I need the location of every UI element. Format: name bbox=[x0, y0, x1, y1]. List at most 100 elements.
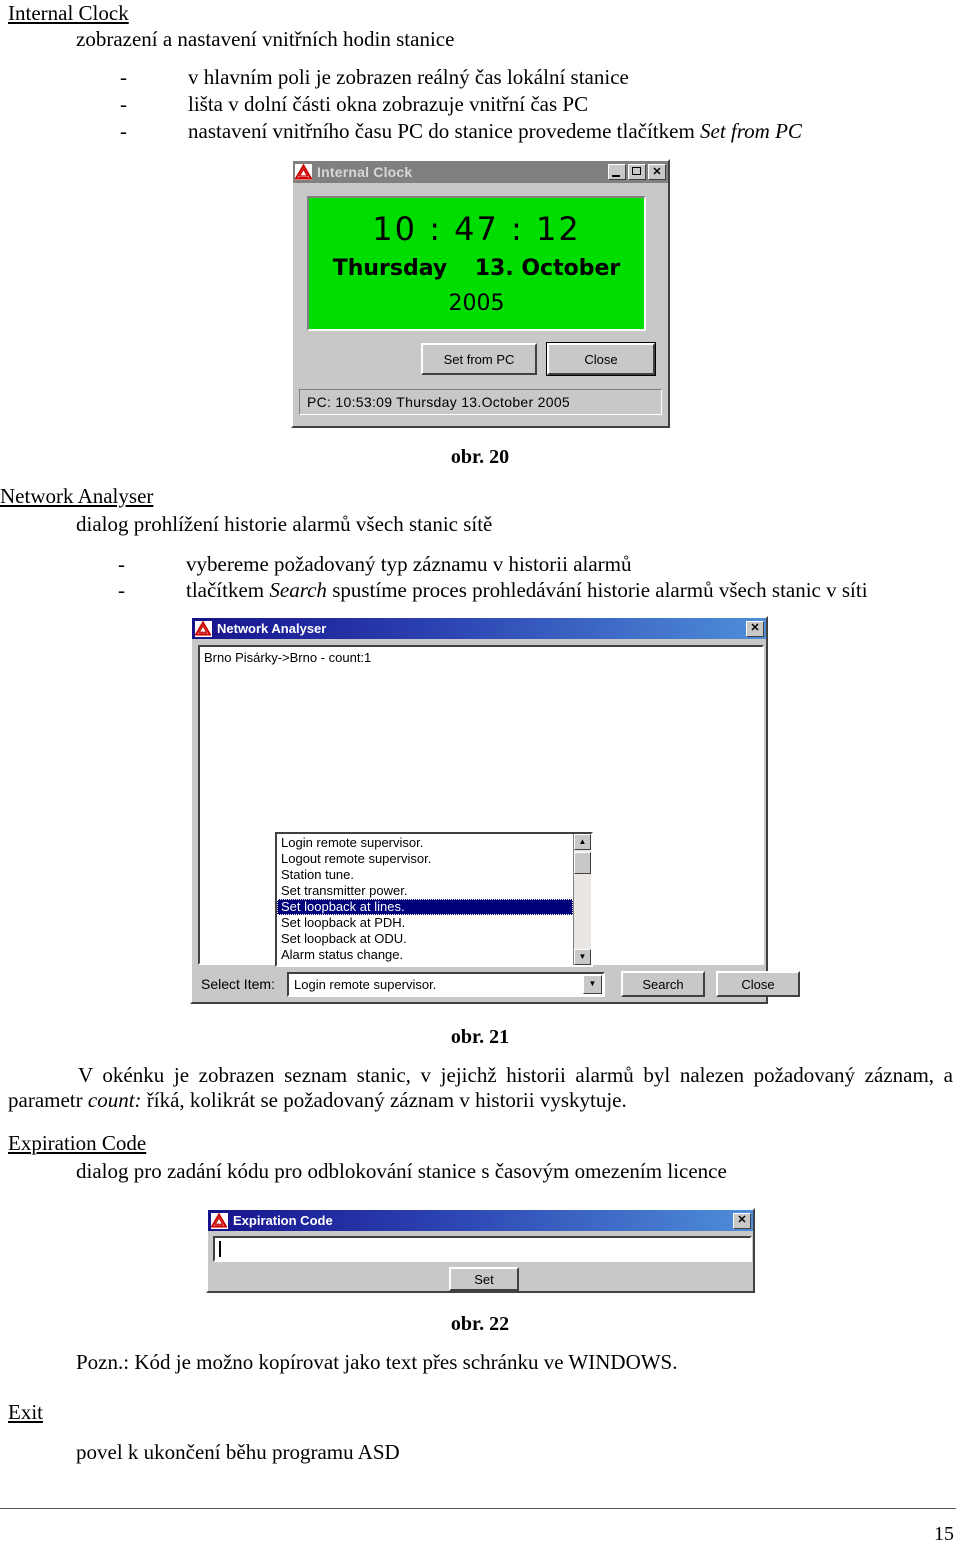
maximize-button[interactable] bbox=[628, 164, 646, 180]
subline-expiration-code: dialog pro zadání kódu pro odblokování s… bbox=[76, 1159, 727, 1183]
bullet-item: - v hlavním poli je zobrazen reálný čas l… bbox=[120, 65, 629, 90]
list-item[interactable]: Set transmitter power. bbox=[277, 883, 573, 899]
combo-value: Login remote supervisor. bbox=[294, 976, 437, 992]
app-logo-triangle-icon bbox=[295, 164, 312, 180]
expiration-code-window-controls: ✕ bbox=[733, 1212, 751, 1229]
network-analyser-close-label: Close bbox=[741, 976, 775, 992]
app-logo-triangle-icon bbox=[211, 1212, 228, 1229]
bullet-text-pre: tlačítkem bbox=[186, 578, 270, 602]
expiration-code-titlebar[interactable]: Expiration Code ✕ bbox=[208, 1210, 753, 1231]
bullet-text-emphasis: Set from PC bbox=[700, 119, 802, 143]
internal-clock-title: Internal Clock bbox=[317, 164, 413, 180]
close-icon: ✕ bbox=[750, 622, 760, 634]
paragraph-text-emphasis: count: bbox=[87, 1088, 142, 1112]
bullet-dash: - bbox=[118, 552, 125, 576]
clock-time: 10 : 47 : 12 bbox=[372, 210, 581, 248]
bullet-text: lišta v dolní části okna zobrazuje vnitř… bbox=[188, 92, 589, 116]
clock-date: 13. October bbox=[474, 256, 621, 281]
network-analyser-close-button[interactable]: Close bbox=[716, 971, 800, 997]
heading-text: Internal Clock bbox=[8, 1, 129, 25]
text-caret bbox=[219, 1241, 221, 1257]
internal-clock-window[interactable]: Internal Clock ✕ 10 : 47 : 12 Thursday 1… bbox=[291, 159, 670, 428]
network-analyser-window-controls: ✕ bbox=[746, 620, 764, 637]
footer-divider bbox=[0, 1508, 956, 1509]
chevron-down-icon[interactable]: ▼ bbox=[583, 974, 602, 994]
scroll-up-icon[interactable]: ▲ bbox=[574, 834, 591, 850]
bullet-item: - vybereme požadovaný typ záznamu v histo… bbox=[118, 552, 632, 577]
figure-caption-21: obr. 21 bbox=[450, 1026, 510, 1048]
list-item-selected[interactable]: Set loopback at lines. bbox=[277, 899, 573, 915]
close-button[interactable]: ✕ bbox=[648, 164, 666, 180]
network-analyser-title: Network Analyser bbox=[217, 621, 327, 636]
clock-date-row: Thursday 13. October bbox=[309, 256, 644, 281]
close-icon: ✕ bbox=[737, 1214, 747, 1226]
list-item[interactable]: Set loopback at PDH. bbox=[277, 915, 573, 931]
list-item[interactable]: Station tune. bbox=[277, 867, 573, 883]
listbox-items: Login remote supervisor. Logout remote s… bbox=[277, 834, 573, 965]
network-analyser-window[interactable]: Network Analyser ✕ Brno Pisárky->Brno - … bbox=[190, 616, 800, 1004]
bullet-dash: - bbox=[120, 119, 127, 143]
bullet-item: - lišta v dolní části okna zobrazuje vnit… bbox=[120, 92, 588, 117]
clock-close-label: Close bbox=[584, 351, 618, 367]
clock-weekday: Thursday bbox=[332, 256, 448, 281]
bullet-dash: - bbox=[118, 578, 125, 602]
section-heading-network-analyser: Network Analyser bbox=[0, 484, 153, 509]
document-page: Internal Clock zobrazení a nastavení vni… bbox=[0, 0, 960, 1563]
bullet-text-post: spustíme proces prohledávání historie al… bbox=[326, 578, 868, 602]
search-label: Search bbox=[642, 976, 684, 992]
bullet-text: v hlavním poli je zobrazen reálný čas lo… bbox=[188, 65, 629, 89]
subline-internal-clock: zobrazení a nastavení vnitřních hodin st… bbox=[76, 27, 455, 51]
figure-caption-22: obr. 22 bbox=[450, 1313, 510, 1335]
clock-status-text: PC: 10:53:09 Thursday 13.October 2005 bbox=[307, 394, 571, 410]
page-number: 15 bbox=[934, 1523, 954, 1545]
section-heading-exit: Exit bbox=[8, 1400, 43, 1425]
list-item[interactable]: Logout remote supervisor. bbox=[277, 851, 573, 867]
bullet-item: - nastavení vnitřního času PC do stanice … bbox=[120, 119, 802, 144]
bullet-text-emphasis: Search bbox=[269, 578, 327, 602]
expiration-code-window[interactable]: Expiration Code ✕ Set bbox=[206, 1208, 755, 1293]
minimize-button[interactable] bbox=[608, 164, 626, 180]
expiration-code-input[interactable] bbox=[213, 1236, 752, 1262]
section-heading-expiration-code: Expiration Code bbox=[8, 1131, 146, 1156]
internal-clock-window-controls: ✕ bbox=[608, 164, 666, 180]
clock-year: 2005 bbox=[448, 291, 505, 316]
scrollbar-thumb[interactable] bbox=[574, 852, 591, 874]
set-button[interactable]: Set bbox=[449, 1267, 519, 1291]
alarm-type-listbox[interactable]: Login remote supervisor. Logout remote s… bbox=[275, 832, 593, 967]
bullet-item: - tlačítkem Search spustíme proces prohle… bbox=[118, 578, 868, 603]
clock-status-bar: PC: 10:53:09 Thursday 13.October 2005 bbox=[299, 389, 662, 415]
list-item[interactable]: Alarm status change. bbox=[277, 947, 573, 963]
scroll-down-icon[interactable]: ▼ bbox=[574, 949, 591, 965]
close-button[interactable]: ✕ bbox=[746, 620, 764, 637]
search-button[interactable]: Search bbox=[621, 971, 705, 997]
network-analyser-titlebar[interactable]: Network Analyser ✕ bbox=[192, 618, 766, 639]
clock-close-button[interactable]: Close bbox=[546, 342, 656, 376]
scrollbar-track[interactable] bbox=[574, 850, 591, 949]
network-analyser-bottom-row: Select Item: Login remote supervisor. ▼ … bbox=[198, 969, 800, 999]
close-icon: ✕ bbox=[652, 165, 662, 178]
clock-display-panel: 10 : 47 : 12 Thursday 13. October 2005 bbox=[307, 196, 646, 331]
section-heading-internal-clock: Internal Clock bbox=[8, 1, 129, 26]
set-from-pc-button[interactable]: Set from PC bbox=[421, 343, 537, 375]
heading-text: Expiration Code bbox=[8, 1131, 147, 1155]
close-button[interactable]: ✕ bbox=[733, 1212, 751, 1229]
bullet-text: vybereme požadovaný typ záznamu v histor… bbox=[186, 552, 632, 576]
list-item[interactable]: Login remote supervisor. bbox=[277, 835, 573, 851]
paragraph-text-post: říká, kolikrát se požadovaný záznam v hi… bbox=[141, 1088, 627, 1112]
internal-clock-titlebar[interactable]: Internal Clock ✕ bbox=[293, 161, 668, 183]
heading-text: Exit bbox=[8, 1400, 43, 1424]
set-label: Set bbox=[474, 1271, 494, 1287]
result-line: Brno Pisárky->Brno - count:1 bbox=[204, 650, 372, 665]
heading-text: Network Analyser bbox=[0, 484, 154, 508]
figure-caption-20: obr. 20 bbox=[450, 446, 510, 468]
list-item[interactable]: Set loopback at ODU. bbox=[277, 931, 573, 947]
listbox-scrollbar[interactable]: ▲ ▼ bbox=[573, 834, 591, 965]
bullet-dash: - bbox=[120, 92, 127, 116]
subline-network-analyser: dialog prohlížení historie alarmů všech … bbox=[76, 512, 493, 536]
subline-exit: povel k ukončení běhu programu ASD bbox=[76, 1440, 400, 1464]
paragraph-after-fig21: V okénku je zobrazen seznam stanic, v je… bbox=[8, 1063, 953, 1113]
set-from-pc-label: Set from PC bbox=[443, 351, 515, 367]
select-item-label: Select Item: bbox=[201, 976, 275, 992]
select-item-combobox[interactable]: Login remote supervisor. ▼ bbox=[287, 971, 605, 997]
app-logo-triangle-icon bbox=[195, 620, 212, 637]
